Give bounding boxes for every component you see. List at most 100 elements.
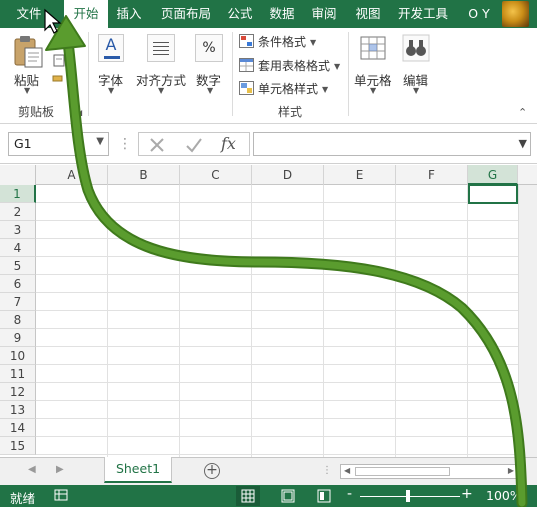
percent-icon: %	[195, 34, 223, 62]
number-button[interactable]: % 数字 ▼	[192, 32, 228, 96]
more-options-icon[interactable]: ⋮	[118, 136, 132, 152]
paste-dropdown-icon: ▼	[24, 86, 31, 95]
collapse-ribbon-icon[interactable]: ⌃	[518, 106, 527, 119]
row-header[interactable]: 14	[0, 419, 36, 437]
zoom-slider[interactable]	[360, 496, 460, 497]
alignment-button[interactable]: 对齐方式 ▼	[134, 32, 188, 96]
zoom-level[interactable]: 100%	[486, 488, 522, 503]
sheet-tab-bar: ◀ ▶ Sheet1 + ⋮ ◀ ▶	[0, 457, 537, 485]
name-box[interactable]: G1 ▼	[8, 132, 109, 156]
formula-input[interactable]: ▼	[253, 132, 531, 156]
column-gridline	[251, 185, 252, 457]
cell-area[interactable]	[36, 185, 518, 457]
row-gridline	[36, 400, 518, 401]
account-name[interactable]: O Y	[458, 0, 500, 28]
scroll-left-icon[interactable]: ◀	[344, 466, 350, 475]
name-box-value: G1	[14, 136, 32, 151]
page-layout-view-button[interactable]	[276, 486, 300, 506]
separator	[348, 32, 349, 116]
sheet-tab[interactable]: Sheet1	[104, 457, 172, 483]
avatar[interactable]	[502, 1, 529, 27]
row-header[interactable]: 6	[0, 275, 36, 293]
column-gridline	[467, 185, 468, 457]
paste-button[interactable]: 粘贴 ▼	[8, 32, 48, 96]
tab-formulas[interactable]: 公式	[222, 0, 258, 28]
row-header[interactable]: 8	[0, 311, 36, 329]
expand-formula-icon[interactable]: ▼	[519, 137, 527, 150]
column-header[interactable]: E	[324, 165, 396, 185]
row-header[interactable]: 4	[0, 239, 36, 257]
row-header[interactable]: 5	[0, 257, 36, 275]
zoom-slider-thumb[interactable]	[406, 490, 410, 502]
alignment-dropdown-icon: ▼	[158, 86, 165, 95]
row-header[interactable]: 1	[0, 185, 36, 203]
row-gridline	[36, 454, 518, 455]
column-header[interactable]: G	[468, 165, 518, 185]
conditional-formatting-label: 条件格式	[258, 35, 307, 49]
format-as-table-label: 套用表格格式	[258, 59, 331, 73]
cells-button[interactable]: 单元格 ▼	[352, 32, 394, 96]
font-button[interactable]: A 字体 ▼	[94, 32, 128, 96]
format-painter-icon[interactable]	[52, 74, 66, 88]
tab-developer[interactable]: 开发工具	[392, 0, 454, 28]
scrollbar-thumb[interactable]	[355, 467, 450, 476]
tab-review[interactable]: 审阅	[306, 0, 342, 28]
row-header[interactable]: 15	[0, 437, 36, 455]
editing-button[interactable]: 编辑 ▼	[398, 32, 434, 96]
selected-cell[interactable]	[468, 184, 518, 204]
row-header[interactable]: 13	[0, 401, 36, 419]
column-header[interactable]: A	[36, 165, 108, 185]
cancel-icon[interactable]	[149, 137, 165, 153]
row-header[interactable]: 9	[0, 329, 36, 347]
row-gridline	[36, 274, 518, 275]
tab-page-layout[interactable]: 页面布局	[154, 0, 218, 28]
row-header[interactable]: 10	[0, 347, 36, 365]
binoculars-icon	[402, 34, 430, 62]
scroll-sheets-left-icon[interactable]: ◀	[28, 464, 36, 475]
worksheet-grid[interactable]: ABCDEFG 1 2 3 4 5 6 7 8 9 10 11 12 13 14 15	[0, 165, 537, 457]
page-break-view-button[interactable]	[312, 486, 336, 506]
chevron-down-icon[interactable]: ▼	[96, 136, 104, 147]
dropdown-icon: ▼	[310, 38, 317, 47]
scroll-sheets-right-icon[interactable]: ▶	[56, 464, 64, 475]
tab-view[interactable]: 视图	[350, 0, 386, 28]
insert-function-icon[interactable]: fx	[221, 134, 236, 153]
styles-group-label: 样式	[278, 105, 303, 119]
conditional-formatting-button[interactable]: 条件格式 ▼	[238, 32, 340, 50]
tab-home[interactable]: 开始	[64, 0, 108, 29]
cut-icon[interactable]	[52, 52, 68, 68]
cell-styles-button[interactable]: 单元格样式 ▼	[238, 79, 334, 97]
tab-file[interactable]: 文件	[6, 0, 52, 28]
zoom-out-button[interactable]: -	[347, 486, 352, 502]
column-header[interactable]: D	[252, 165, 324, 185]
cells-dropdown-icon: ▼	[370, 86, 377, 95]
vertical-scrollbar[interactable]	[518, 185, 537, 457]
dropdown-icon: ▼	[334, 62, 341, 71]
add-sheet-icon[interactable]: +	[204, 463, 220, 479]
macro-record-icon[interactable]	[54, 488, 68, 502]
select-all-button[interactable]	[0, 165, 36, 185]
tab-insert[interactable]: 插入	[110, 0, 148, 28]
row-gridline	[36, 256, 518, 257]
horizontal-scrollbar[interactable]: ◀ ▶	[340, 464, 518, 479]
zoom-in-button[interactable]: +	[461, 486, 473, 502]
confirm-icon[interactable]	[185, 137, 203, 153]
column-header[interactable]: B	[108, 165, 180, 185]
status-bar: 就绪 - + 100%	[0, 485, 537, 507]
row-header[interactable]: 2	[0, 203, 36, 221]
normal-view-button[interactable]	[236, 486, 260, 506]
row-header[interactable]: 3	[0, 221, 36, 239]
tab-split-handle[interactable]: ⋮	[322, 465, 332, 476]
cell-styles-icon	[239, 81, 254, 95]
row-header[interactable]: 7	[0, 293, 36, 311]
scroll-right-icon[interactable]: ▶	[508, 466, 514, 475]
row-header[interactable]: 11	[0, 365, 36, 383]
column-header[interactable]: C	[180, 165, 252, 185]
column-header[interactable]: F	[396, 165, 468, 185]
page-layout-icon	[281, 489, 295, 503]
format-as-table-button[interactable]: 套用表格格式 ▼	[238, 56, 344, 74]
row-header[interactable]: 12	[0, 383, 36, 401]
tab-data[interactable]: 数据	[264, 0, 300, 28]
clipboard-launcher-icon[interactable]: ◢	[76, 108, 82, 117]
clipboard-group: 粘贴 ▼ 剪贴板 ◢	[0, 28, 88, 124]
